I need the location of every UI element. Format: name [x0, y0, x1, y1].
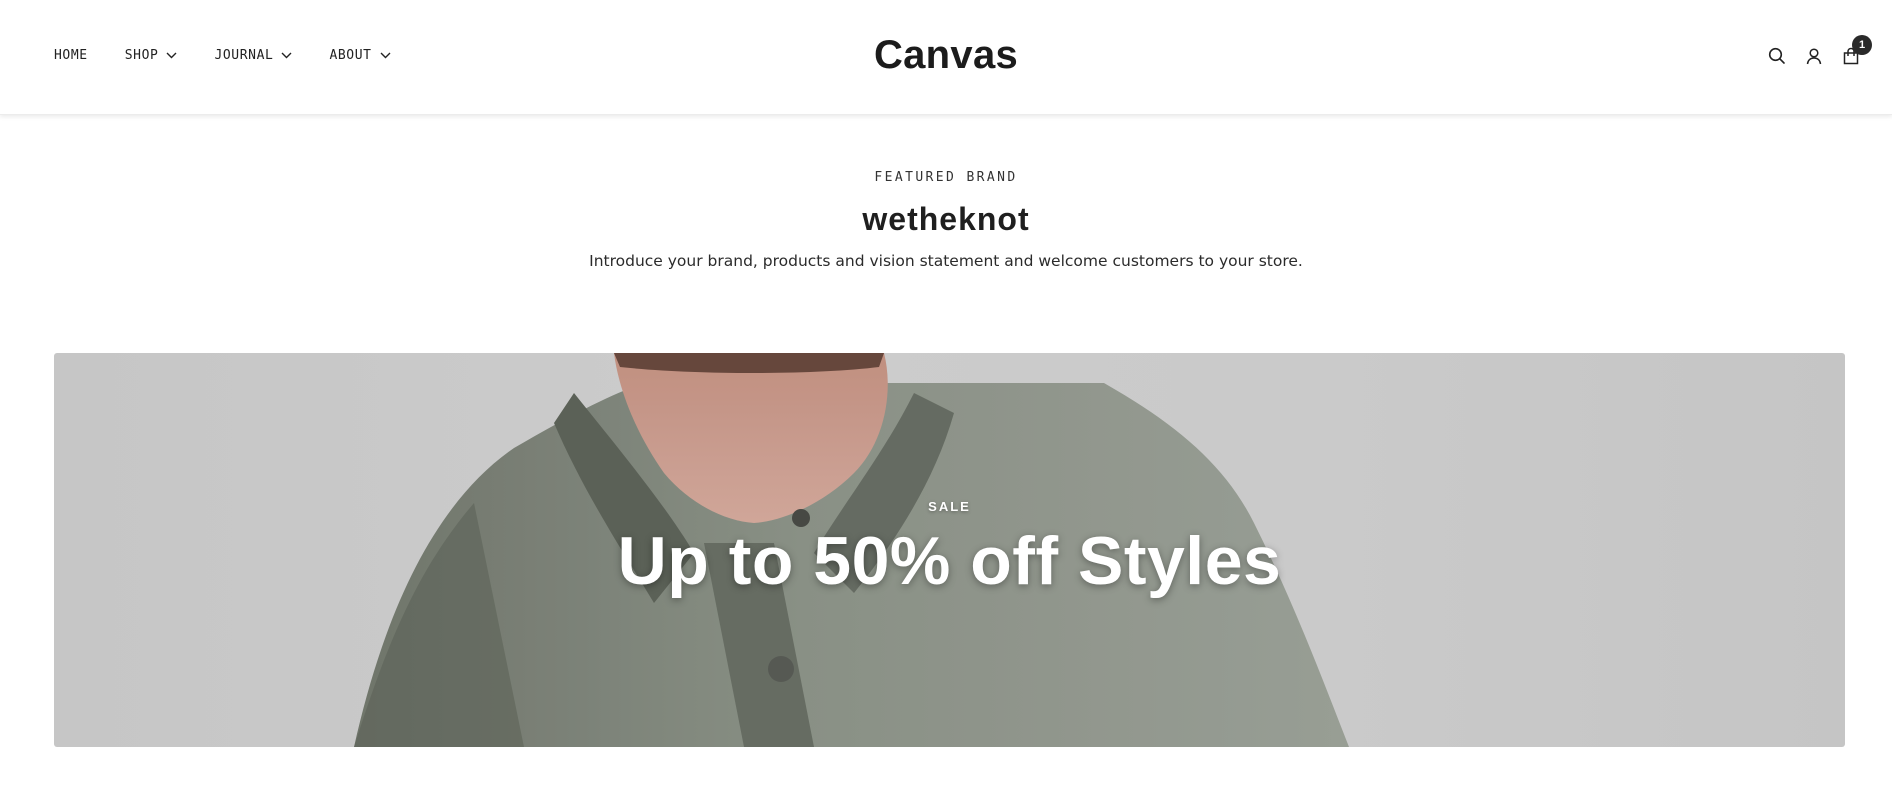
- cart-count-badge: 1: [1852, 35, 1872, 55]
- nav-item-home[interactable]: HOME: [54, 48, 88, 63]
- nav-label: JOURNAL: [214, 48, 274, 63]
- banner-title: Up to 50% off Styles: [617, 523, 1282, 599]
- account-icon: [1806, 48, 1822, 65]
- brand-heading: wetheknot: [862, 201, 1030, 237]
- cart-button[interactable]: 1: [1840, 35, 1872, 67]
- nav-item-about[interactable]: ABOUT: [329, 48, 391, 63]
- chevron-down-icon: [380, 52, 391, 59]
- sale-banner[interactable]: SALE Up to 50% off Styles: [54, 353, 1845, 747]
- site-logo[interactable]: Canvas: [874, 33, 1018, 77]
- search-button[interactable]: [1766, 45, 1788, 67]
- section-eyebrow: FEATURED BRAND: [874, 170, 1018, 185]
- chevron-down-icon: [281, 52, 292, 59]
- nav-label: SHOP: [124, 48, 159, 63]
- nav-label: HOME: [54, 48, 88, 63]
- nav-item-journal[interactable]: JOURNAL: [214, 48, 292, 63]
- site-header: HOME SHOP JOURNAL ABOUT Canvas 1: [0, 0, 1892, 115]
- banner-text: SALE Up to 50% off Styles: [54, 499, 1845, 600]
- featured-brand-section: FEATURED BRAND wetheknot Introduce your …: [0, 170, 1892, 270]
- nav-label: ABOUT: [329, 48, 372, 63]
- main-nav: HOME SHOP JOURNAL ABOUT: [54, 48, 428, 63]
- search-icon: [1768, 47, 1785, 64]
- chevron-down-icon: [166, 52, 177, 59]
- nav-item-shop[interactable]: SHOP: [125, 48, 178, 63]
- account-button[interactable]: [1803, 45, 1825, 67]
- banner-kicker: SALE: [928, 499, 971, 514]
- brand-intro-text: Introduce your brand, products and visio…: [589, 252, 1303, 270]
- header-icons: 1: [1751, 35, 1872, 67]
